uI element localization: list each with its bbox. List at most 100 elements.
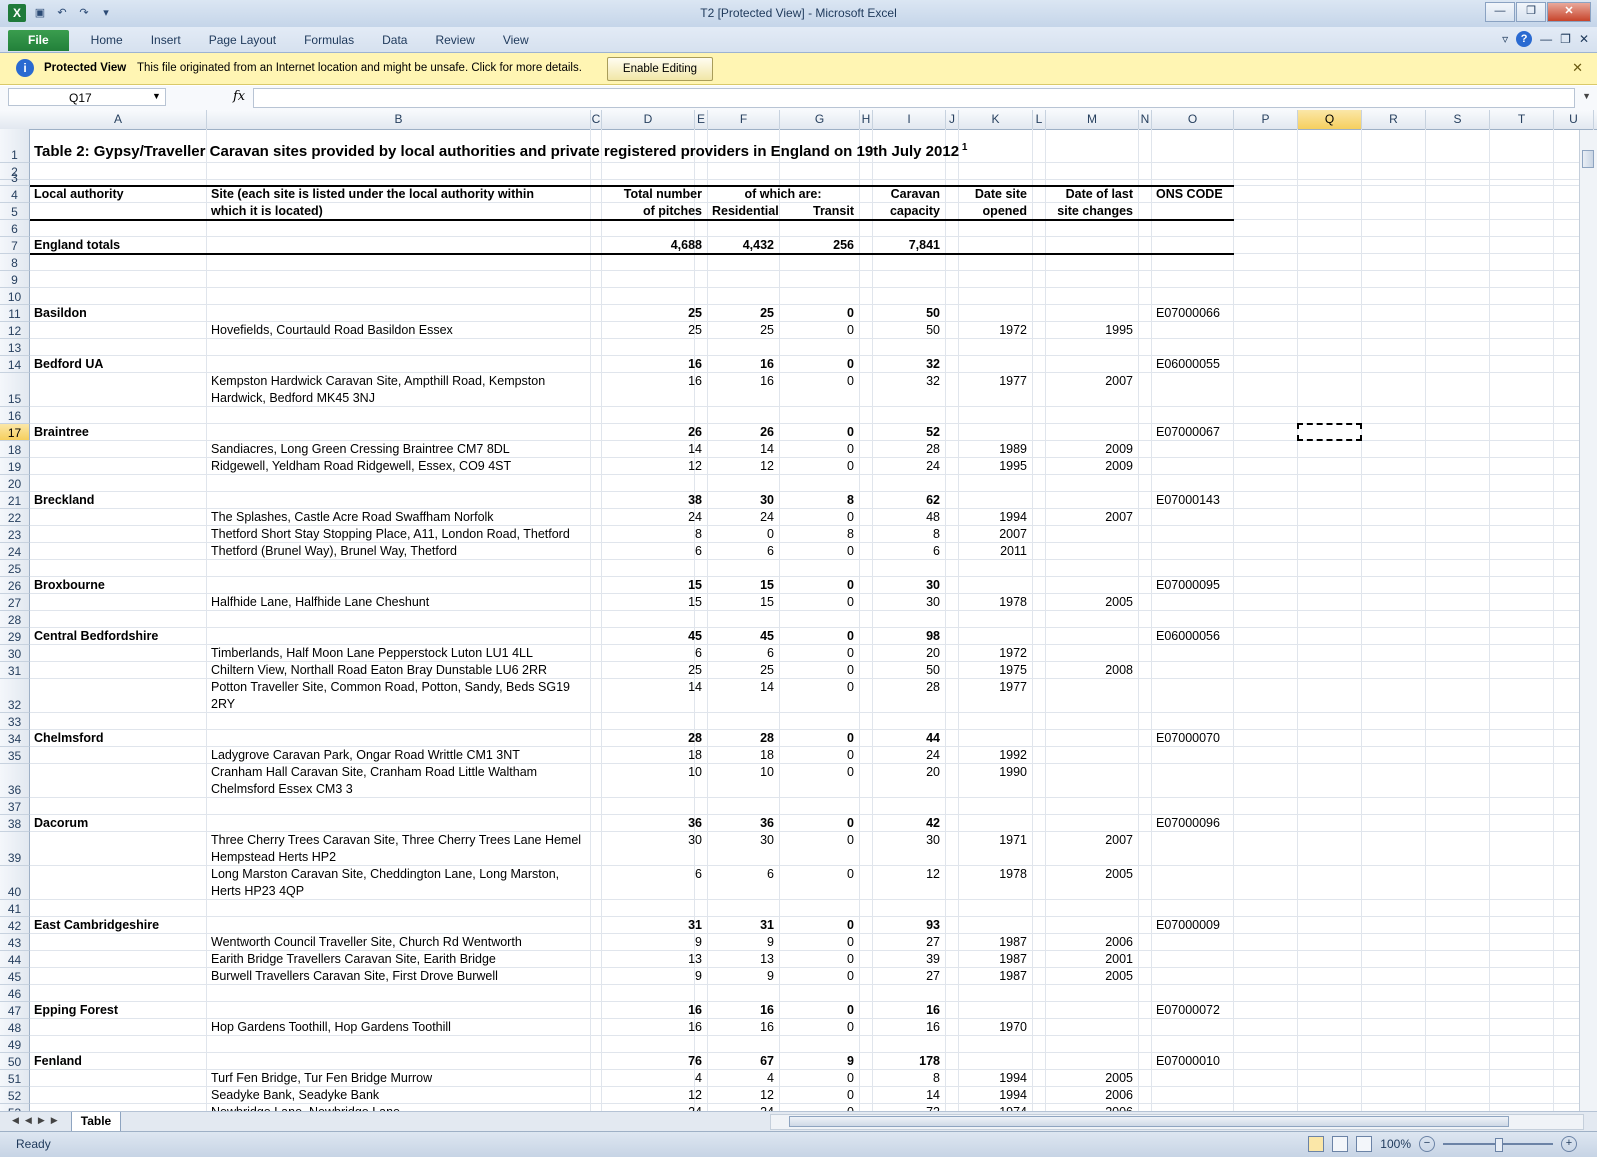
- site-name[interactable]: Thetford (Brunel Way), Brunel Way, Thetf…: [211, 543, 585, 560]
- row-header-48[interactable]: 48: [0, 1019, 30, 1036]
- transit-pitches[interactable]: 0: [784, 373, 854, 390]
- date-opened[interactable]: 1990: [963, 764, 1027, 781]
- chevron-down-icon[interactable]: ▼: [152, 91, 161, 101]
- total-pitches[interactable]: 45: [606, 628, 702, 645]
- caravan-capacity[interactable]: 178: [877, 1053, 940, 1070]
- column-header-d[interactable]: D: [602, 110, 695, 129]
- total-pitches[interactable]: 38: [606, 492, 702, 509]
- transit-pitches[interactable]: 0: [784, 934, 854, 951]
- header-local-authority[interactable]: Local authority: [34, 186, 201, 203]
- transit-pitches[interactable]: 0: [784, 1104, 854, 1111]
- caravan-capacity[interactable]: 27: [877, 934, 940, 951]
- row-header-40[interactable]: 40: [0, 866, 30, 900]
- total-pitches[interactable]: 31: [606, 917, 702, 934]
- date-opened[interactable]: 1974: [963, 1104, 1027, 1111]
- residential-pitches[interactable]: 25: [712, 662, 774, 679]
- header-total-pitches[interactable]: Total number: [606, 186, 702, 203]
- column-header-h[interactable]: H: [860, 110, 873, 129]
- transit-pitches[interactable]: 0: [784, 679, 854, 696]
- total-pitches[interactable]: 6: [606, 645, 702, 662]
- residential-pitches[interactable]: 12: [712, 1087, 774, 1104]
- site-name[interactable]: Thetford Short Stay Stopping Place, A11,…: [211, 526, 585, 543]
- residential-pitches[interactable]: 26: [712, 424, 774, 441]
- residential-pitches[interactable]: 13: [712, 951, 774, 968]
- row-header-21[interactable]: 21: [0, 492, 30, 509]
- caravan-capacity[interactable]: 32: [877, 373, 940, 390]
- date-opened[interactable]: 1995: [963, 458, 1027, 475]
- sheet-nav-arrows[interactable]: ◀◀▶▶: [12, 1115, 64, 1126]
- header-date-opened[interactable]: Date site: [963, 186, 1027, 203]
- column-header-f[interactable]: F: [708, 110, 780, 129]
- date-last-change[interactable]: 2006: [1050, 1104, 1133, 1111]
- residential-pitches[interactable]: 6: [712, 866, 774, 883]
- header-site[interactable]: Site (each site is listed under the loca…: [211, 186, 585, 203]
- total-pitches[interactable]: 18: [606, 747, 702, 764]
- transit-pitches[interactable]: 0: [784, 662, 854, 679]
- ribbon-tab-review[interactable]: Review: [421, 30, 488, 51]
- total-pitches[interactable]: 9: [606, 934, 702, 951]
- transit-pitches[interactable]: 0: [784, 424, 854, 441]
- transit-pitches[interactable]: 0: [784, 1087, 854, 1104]
- row-header-8[interactable]: 8: [0, 254, 30, 271]
- site-name[interactable]: Three Cherry Trees Caravan Site, Three C…: [211, 832, 585, 849]
- site-name-cont[interactable]: Chelmsford Essex CM3 3: [211, 781, 585, 798]
- transit-pitches[interactable]: 0: [784, 832, 854, 849]
- transit-pitches[interactable]: 0: [784, 577, 854, 594]
- date-last-change[interactable]: 2007: [1050, 509, 1133, 526]
- row-header-38[interactable]: 38: [0, 815, 30, 832]
- row-header-4[interactable]: 4: [0, 186, 30, 203]
- total-pitches[interactable]: 9: [606, 968, 702, 985]
- column-header-q[interactable]: Q: [1298, 110, 1362, 129]
- date-last-change[interactable]: 2009: [1050, 458, 1133, 475]
- site-name[interactable]: Newbridge Lane, Newbridge Lane: [211, 1104, 585, 1111]
- row-header-22[interactable]: 22: [0, 509, 30, 526]
- local-authority-name[interactable]: Bedford UA: [34, 356, 201, 373]
- column-header-g[interactable]: G: [780, 110, 860, 129]
- residential-pitches[interactable]: 6: [712, 645, 774, 662]
- residential-pitches[interactable]: 14: [712, 679, 774, 696]
- transit-pitches[interactable]: 0: [784, 322, 854, 339]
- transit-pitches[interactable]: 8: [784, 492, 854, 509]
- site-name-cont[interactable]: Hempstead Herts HP2: [211, 849, 585, 866]
- total-pitches[interactable]: 24: [606, 509, 702, 526]
- date-opened[interactable]: 1994: [963, 1070, 1027, 1087]
- caravan-capacity[interactable]: 44: [877, 730, 940, 747]
- total-pitches[interactable]: 16: [606, 356, 702, 373]
- caravan-capacity[interactable]: 20: [877, 645, 940, 662]
- caravan-capacity[interactable]: 50: [877, 305, 940, 322]
- date-opened[interactable]: 1975: [963, 662, 1027, 679]
- residential-pitches[interactable]: 4: [712, 1070, 774, 1087]
- residential-pitches[interactable]: 24: [712, 509, 774, 526]
- residential-pitches[interactable]: 45: [712, 628, 774, 645]
- caravan-capacity[interactable]: 42: [877, 815, 940, 832]
- site-name-cont[interactable]: Hardwick, Bedford MK45 3NJ: [211, 390, 585, 407]
- total-pitches[interactable]: 15: [606, 594, 702, 611]
- row-header-17[interactable]: 17: [0, 424, 30, 441]
- restore-button[interactable]: ❐: [1516, 2, 1546, 22]
- row-header-7[interactable]: 7: [0, 237, 30, 254]
- column-header-j[interactable]: J: [946, 110, 959, 129]
- row-header-37[interactable]: 37: [0, 798, 30, 815]
- row-header-29[interactable]: 29: [0, 628, 30, 645]
- expand-formula-bar-icon[interactable]: ▼: [1582, 91, 1591, 101]
- total-pitches[interactable]: 14: [606, 679, 702, 696]
- header-date-last-change[interactable]: site changes: [1050, 203, 1133, 220]
- local-authority-name[interactable]: East Cambridgeshire: [34, 917, 201, 934]
- residential-pitches[interactable]: 6: [712, 543, 774, 560]
- row-header-43[interactable]: 43: [0, 934, 30, 951]
- transit-pitches[interactable]: 0: [784, 815, 854, 832]
- total-pitches[interactable]: 16: [606, 1019, 702, 1036]
- row-header-6[interactable]: 6: [0, 220, 30, 237]
- residential-pitches[interactable]: 28: [712, 730, 774, 747]
- site-name[interactable]: The Splashes, Castle Acre Road Swaffham …: [211, 509, 585, 526]
- ons-code[interactable]: E07000072: [1156, 1002, 1228, 1019]
- caravan-capacity[interactable]: 62: [877, 492, 940, 509]
- site-name[interactable]: Turf Fen Bridge, Tur Fen Bridge Murrow: [211, 1070, 585, 1087]
- row-header-52[interactable]: 52: [0, 1087, 30, 1104]
- column-header-m[interactable]: M: [1046, 110, 1139, 129]
- header-transit[interactable]: Transit: [784, 203, 854, 220]
- name-box[interactable]: Q17: [8, 88, 166, 106]
- caravan-capacity[interactable]: 20: [877, 764, 940, 781]
- row-header-31[interactable]: 31: [0, 662, 30, 679]
- row-header-11[interactable]: 11: [0, 305, 30, 322]
